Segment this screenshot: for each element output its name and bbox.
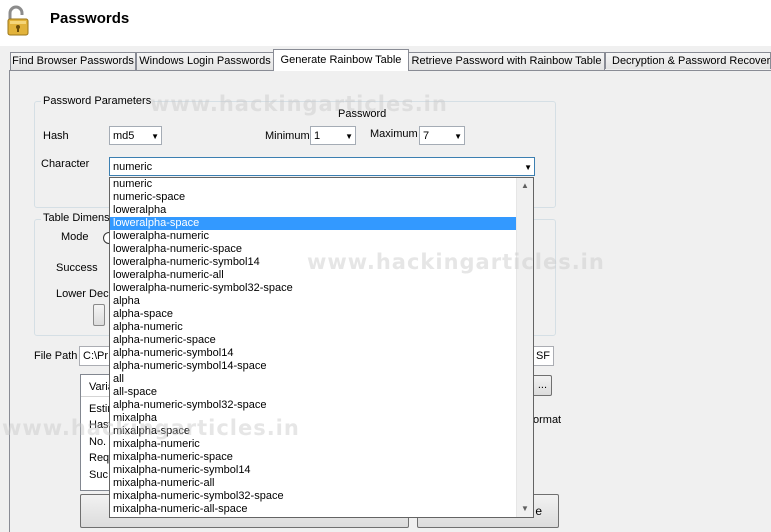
tab-generate-rainbow-table[interactable]: Generate Rainbow Table: [273, 49, 409, 71]
success-label: Success: [56, 262, 98, 274]
secondary-button-label: e: [535, 504, 542, 518]
page-title: Passwords: [50, 10, 130, 27]
hash-label: Hash: [43, 130, 69, 142]
browse-label: ...: [537, 379, 547, 391]
character-label: Character: [41, 158, 90, 170]
dropdown-option[interactable]: loweralpha-numeric-space: [110, 243, 518, 256]
tab-decryption-password-recovery[interactable]: Decryption & Password Recovery: [605, 52, 771, 69]
file-path-value: C:\Pr: [83, 350, 109, 362]
character-value: numeric: [113, 161, 153, 173]
dropdown-option[interactable]: alpha: [110, 295, 518, 308]
scroll-down-icon[interactable]: ▼: [517, 501, 533, 517]
hash-value: md5: [113, 130, 135, 142]
dropdown-option[interactable]: mixalpha-numeric: [110, 438, 518, 451]
mode-label: Mode: [61, 231, 89, 243]
slider-thumb[interactable]: [93, 304, 105, 326]
dropdown-option[interactable]: loweralpha-numeric-symbol14: [110, 256, 518, 269]
dropdown-option[interactable]: mixalpha: [110, 412, 518, 425]
minimum-value: 1: [314, 130, 321, 142]
chevron-down-icon: ▼: [345, 132, 353, 141]
minimum-select[interactable]: 1 ▼: [310, 126, 356, 145]
dropdown-option[interactable]: loweralpha-numeric: [110, 230, 518, 243]
dropdown-option[interactable]: mixalpha-numeric-all-space: [110, 503, 518, 516]
file-path-label: File Path: [34, 350, 78, 362]
character-select[interactable]: numeric ▼: [109, 157, 535, 176]
maximum-select[interactable]: 7 ▼: [419, 126, 465, 145]
dropdown-option[interactable]: loweralpha-numeric-symbol32-space: [110, 282, 518, 295]
lower-dec-label: Lower Dec: [56, 288, 109, 300]
list-item: No.: [89, 436, 107, 448]
dropdown-option[interactable]: mixalpha-numeric-symbol14: [110, 464, 518, 477]
chevron-down-icon: ▼: [454, 132, 462, 141]
dropdown-option[interactable]: alpha-numeric-symbol14: [110, 347, 518, 360]
dropdown-scrollbar[interactable]: ▲ ▼: [516, 178, 533, 517]
hash-select[interactable]: md5 ▼: [109, 126, 162, 145]
maximum-label: Maximum: [370, 128, 418, 140]
maximum-value: 7: [423, 130, 430, 142]
dropdown-option[interactable]: loweralpha: [110, 204, 518, 217]
tab-retrieve-password-rainbow-table[interactable]: Retrieve Password with Rainbow Table: [408, 52, 605, 70]
dropdown-option[interactable]: loweralpha-space: [110, 217, 518, 230]
table-dimension-title: Table Dimens: [41, 212, 112, 224]
open-padlock-icon: [6, 5, 32, 36]
tab-find-browser-passwords[interactable]: Find Browser Passwords: [10, 52, 136, 70]
dropdown-option[interactable]: alpha-numeric-symbol14-space: [110, 360, 518, 373]
dropdown-option[interactable]: mixalpha-numeric-all: [110, 477, 518, 490]
dropdown-option[interactable]: numeric: [110, 178, 518, 191]
dropdown-option[interactable]: mixalpha-numeric-symbol32-space: [110, 490, 518, 503]
chevron-down-icon: ▼: [151, 132, 159, 141]
list-item: Req: [89, 452, 110, 464]
format-label: ormat: [533, 414, 562, 426]
minimum-label: Minimum: [265, 130, 310, 142]
dropdown-option[interactable]: alpha-numeric-space: [110, 334, 518, 347]
list-item: Suc: [89, 469, 108, 481]
scroll-up-icon[interactable]: ▲: [517, 178, 533, 194]
tab-windows-login-passwords[interactable]: Windows Login Passwords: [136, 52, 274, 70]
character-dropdown-list[interactable]: numeric numeric-space loweralpha loweralpha…: [109, 177, 534, 518]
password-label: Password: [338, 108, 387, 120]
tab-strip: Find Browser Passwords Windows Login Pas…: [0, 49, 771, 71]
dropdown-option[interactable]: alpha-numeric: [110, 321, 518, 334]
dropdown-option[interactable]: mixalpha-numeric-space: [110, 451, 518, 464]
dropdown-option[interactable]: mixalpha-space: [110, 425, 518, 438]
dropdown-option[interactable]: alpha-numeric-symbol32-space: [110, 399, 518, 412]
file-path-value-end: SF: [535, 350, 550, 362]
chevron-down-icon: ▼: [524, 163, 532, 172]
group-title: Password Parameters: [41, 95, 154, 107]
dropdown-option[interactable]: numeric-space: [110, 191, 518, 204]
dropdown-option[interactable]: all-space: [110, 386, 518, 399]
dropdown-option[interactable]: loweralpha-numeric-all: [110, 269, 518, 282]
dropdown-option[interactable]: all: [110, 373, 518, 386]
dropdown-option[interactable]: alpha-space: [110, 308, 518, 321]
list-item: Estir: [89, 403, 111, 415]
dropdown-options: numeric numeric-space loweralpha loweralpha…: [110, 178, 518, 517]
